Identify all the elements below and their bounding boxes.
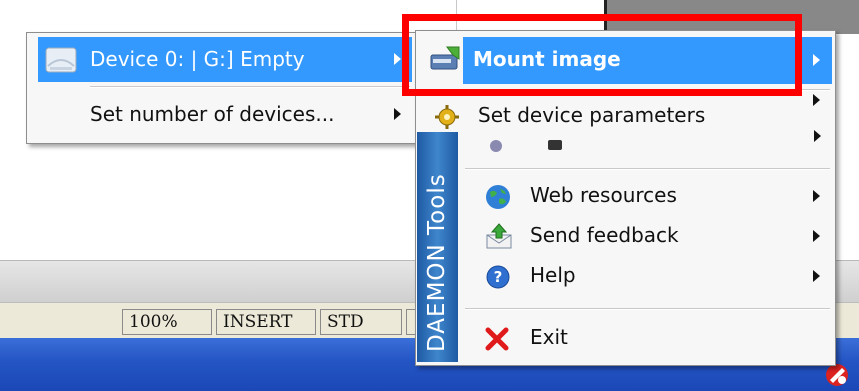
submenu-arrow-icon [394,108,401,120]
hidden-item-text-fragment [548,140,562,150]
submenu-arrow-icon [813,54,820,66]
daemon-tools-brand-strip: DAEMON Tools [417,132,458,362]
submenu-arrow-icon [813,94,820,106]
menu-item-label: Exit [530,325,568,349]
status-zoom: 100% [122,309,212,335]
menu-item-label: Web resources [530,183,677,207]
menu-separator [465,308,830,310]
menu-item-device-0[interactable]: Device 0: | G:] Empty [38,37,412,82]
svg-text:?: ? [494,268,503,286]
menu-item-label: Set number of devices... [90,102,335,126]
submenu-arrow-icon [813,270,820,282]
menu-item-label: Help [530,263,576,287]
send-feedback-icon [486,223,512,249]
menu-item-set-device-parameters[interactable]: Set device parameters [420,94,832,136]
menu-separator [90,86,410,88]
submenu-arrow-icon [813,190,820,202]
hidden-item-gear-icon [486,138,506,152]
menu-item-help[interactable]: ? Help [460,256,832,296]
menu-item-set-number-of-devices[interactable]: Set number of devices... [38,94,412,134]
menu-item-label: Device 0: | G:] Empty [90,47,305,71]
menu-item-send-feedback[interactable]: Send feedback [460,216,832,256]
status-std: STD [320,309,402,335]
help-icon: ? [486,265,510,289]
menu-item-label: Set device parameters [478,103,706,127]
submenu-arrow-icon [814,130,821,142]
globe-icon [486,185,510,209]
submenu-arrow-icon [813,230,820,242]
menu-item-exit[interactable]: Exit [460,318,832,358]
device-parameters-icon [435,105,459,129]
annotation-highlight-box [402,14,802,96]
brand-strip-label: DAEMON Tools [424,173,450,352]
menu-item-label: Send feedback [530,223,679,247]
exit-icon [485,327,509,351]
submenu-arrow-icon [394,53,401,65]
menu-separator [465,168,830,170]
menu-item-web-resources[interactable]: Web resources [460,176,832,216]
status-insert-mode: INSERT [216,309,316,335]
cd-drive-icon [45,47,77,73]
